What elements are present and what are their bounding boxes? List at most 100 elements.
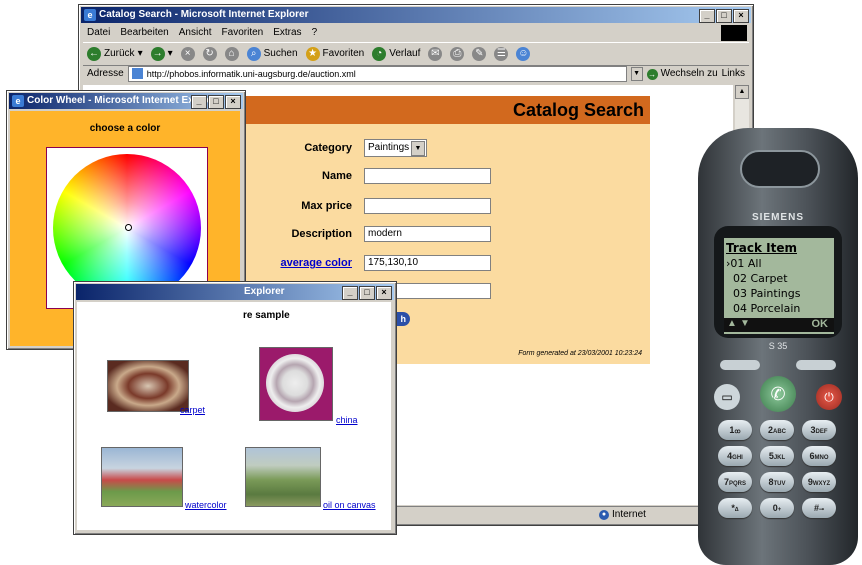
key-hash[interactable]: #⊸: [802, 498, 836, 518]
maximize-button[interactable]: □: [208, 95, 224, 109]
history-button[interactable]: ◔ Verlauf: [372, 43, 420, 65]
close-button[interactable]: ×: [225, 95, 241, 109]
texture-title: Explorer: [244, 286, 285, 297]
edit-icon[interactable]: ✎: [472, 47, 487, 61]
key-9[interactable]: 9WXYZ: [802, 472, 836, 492]
maximize-button[interactable]: □: [359, 286, 375, 300]
browser-title: Catalog Search - Microsoft Internet Expl…: [99, 9, 309, 20]
menu-item-all-label: 01 All: [730, 257, 762, 270]
chevron-down-icon[interactable]: ▼: [411, 141, 425, 156]
menu-help[interactable]: ?: [312, 25, 318, 41]
right-softkey[interactable]: [796, 360, 836, 370]
key-8[interactable]: 8TUV: [760, 472, 794, 492]
menu-bearbeiten[interactable]: Bearbeiten: [120, 25, 168, 41]
messenger-icon[interactable]: ☺: [516, 47, 531, 61]
refresh-icon[interactable]: ↻: [202, 47, 217, 61]
key-letters: ∆: [734, 507, 739, 513]
average-color-input[interactable]: 175,130,10: [364, 255, 491, 271]
key-4[interactable]: 4GHI: [718, 446, 752, 466]
menu-item-porcelain[interactable]: 04 Porcelain: [733, 302, 800, 315]
key-7[interactable]: 7PQRS: [718, 472, 752, 492]
address-dropdown[interactable]: ▼: [630, 67, 643, 81]
softkey-bar: ▲ ▼ OK: [724, 318, 834, 332]
search-label: Suchen: [263, 48, 298, 59]
left-softkey[interactable]: [720, 360, 760, 370]
menu-favoriten[interactable]: Favoriten: [222, 25, 264, 41]
book-button[interactable]: ▭: [714, 384, 740, 410]
oil-on-canvas-thumbnail[interactable]: [245, 447, 321, 507]
key-0[interactable]: 0+: [760, 498, 794, 518]
call-button[interactable]: ✆: [760, 376, 796, 412]
color-picker-marker[interactable]: [125, 224, 132, 231]
favorites-button[interactable]: ★ Favoriten: [305, 43, 365, 65]
plate-image: [266, 354, 324, 412]
menu-datei[interactable]: Datei: [87, 25, 110, 41]
links-label[interactable]: Links: [722, 65, 749, 83]
forward-button[interactable]: → ▾: [150, 43, 173, 65]
maximize-button[interactable]: □: [716, 9, 732, 23]
phone-model: S 35: [768, 341, 788, 351]
china-link[interactable]: china: [336, 415, 358, 425]
carpet-link[interactable]: carpet: [180, 405, 205, 415]
home-icon[interactable]: ⌂: [224, 47, 239, 61]
texture-titlebar[interactable]: Explorer _ □ ×: [76, 284, 394, 300]
ok-softkey[interactable]: OK: [812, 318, 829, 330]
toolbar: ← Zurück ▾ → ▾ × ↻ ⌂ ⌕ Suchen ★ Favoriten ◔…: [83, 42, 749, 66]
watercolor-thumbnail[interactable]: [101, 447, 183, 507]
discuss-icon[interactable]: ☰: [494, 47, 509, 61]
search-button[interactable]: ⌕ Suchen: [246, 43, 298, 65]
menu-extras[interactable]: Extras: [273, 25, 301, 41]
close-button[interactable]: ×: [733, 9, 749, 23]
minimize-button[interactable]: _: [699, 9, 715, 23]
print-icon[interactable]: ⎙: [450, 47, 465, 61]
menu-ansicht[interactable]: Ansicht: [179, 25, 212, 41]
browser-titlebar[interactable]: e Catalog Search - Microsoft Internet Ex…: [81, 7, 751, 23]
china-thumbnail[interactable]: [259, 347, 333, 421]
key-1[interactable]: 1ꝏ: [718, 420, 752, 440]
menu-item-carpet[interactable]: 02 Carpet: [733, 272, 788, 285]
go-arrow-icon: →: [646, 68, 658, 80]
scroll-up-button[interactable]: ▲: [735, 85, 749, 99]
key-star[interactable]: *∆: [718, 498, 752, 518]
go-label: Wechseln zu: [660, 68, 718, 79]
address-url: http://phobos.informatik.uni-augsburg.de…: [146, 69, 356, 79]
category-select[interactable]: Paintings ▼: [364, 139, 427, 157]
status-zone-label: Internet: [612, 509, 646, 520]
description-input[interactable]: modern: [364, 226, 491, 242]
key-letters: PQRS: [729, 481, 747, 487]
key-2[interactable]: 2ABC: [760, 420, 794, 440]
max-price-input[interactable]: [364, 198, 491, 214]
key-6[interactable]: 6MNO: [802, 446, 836, 466]
average-color-link[interactable]: average color: [256, 257, 352, 269]
max-price-label: Max price: [301, 200, 352, 212]
carpet-thumbnail[interactable]: [107, 360, 189, 412]
status-zone: ● Internet: [599, 507, 646, 523]
watercolor-link[interactable]: watercolor: [185, 500, 227, 510]
close-button[interactable]: ×: [376, 286, 392, 300]
favorites-label: Favoriten: [322, 48, 365, 59]
key-5[interactable]: 5JKL: [760, 446, 794, 466]
screen-title: Track Item: [726, 241, 797, 255]
key-letters: TUV: [773, 481, 786, 487]
minimize-button[interactable]: _: [191, 95, 207, 109]
name-input[interactable]: [364, 168, 491, 184]
go-button[interactable]: → Wechseln zu: [646, 65, 718, 83]
mail-icon[interactable]: ✉: [428, 47, 443, 61]
oil-on-canvas-link[interactable]: oil on canvas: [323, 500, 376, 510]
back-button[interactable]: ← Zurück ▾: [87, 43, 143, 65]
colorwheel-titlebar[interactable]: e Color Wheel - Microsoft Internet Explo…: [9, 93, 243, 109]
search-icon: ⌕: [246, 47, 261, 61]
menu-bar: Datei Bearbeiten Ansicht Favoriten Extra…: [83, 25, 749, 41]
key-3[interactable]: 3DEF: [802, 420, 836, 440]
end-call-button[interactable]: ⏻: [816, 384, 842, 410]
history-label: Verlauf: [389, 48, 421, 59]
menu-item-all[interactable]: ›01 All: [726, 257, 762, 270]
up-arrow-icon[interactable]: ▲: [727, 318, 737, 329]
phone-brand: SIEMENS: [751, 212, 804, 223]
address-field[interactable]: http://phobos.informatik.uni-augsburg.de…: [127, 66, 627, 82]
stop-icon[interactable]: ×: [180, 47, 195, 61]
down-arrow-icon[interactable]: ▼: [740, 318, 750, 329]
name-label: Name: [322, 170, 352, 182]
menu-item-paintings[interactable]: 03 Paintings: [733, 287, 800, 300]
minimize-button[interactable]: _: [342, 286, 358, 300]
